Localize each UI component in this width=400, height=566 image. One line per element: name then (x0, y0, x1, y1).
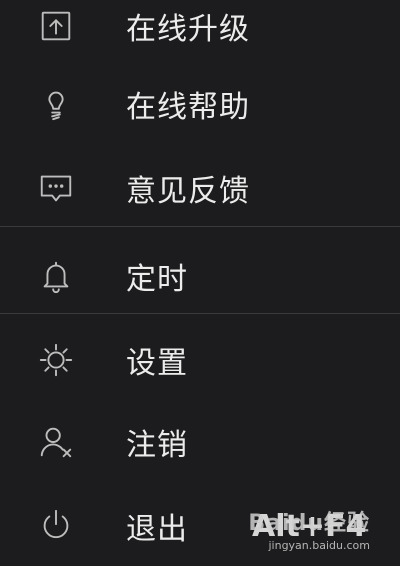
menu-item-label: 设置 (126, 346, 188, 381)
upgrade-icon (36, 6, 76, 46)
help-lightbulb-icon (36, 84, 76, 124)
menu-item-label: 退出 (126, 512, 188, 547)
user-logout-icon (36, 422, 76, 462)
menu-item-online-upgrade[interactable]: 在线升级 (0, 0, 400, 56)
power-icon (36, 506, 76, 546)
menu-item-label: 注销 (126, 428, 188, 463)
menu-item-feedback[interactable]: 意见反馈 (0, 158, 400, 218)
menu-item-timer[interactable]: 定时 (0, 246, 400, 306)
watermark-url: jingyan.baidu.com (268, 539, 370, 552)
menu-item-label: 在线帮助 (126, 90, 250, 125)
menu-divider (0, 313, 400, 314)
menu-item-settings[interactable]: 设置 (0, 330, 400, 390)
watermark-logo: Baidu经验 (248, 511, 370, 536)
menu-divider (0, 226, 400, 227)
menu-item-label: 在线升级 (126, 12, 250, 47)
feedback-chat-icon (36, 168, 76, 208)
menu-item-online-help[interactable]: 在线帮助 (0, 74, 400, 134)
baidu-watermark: Baidu经验 jingyan.baidu.com (248, 505, 370, 552)
main-menu: 在线升级 在线帮助 意见反馈 定时 设置 注销 退出 Alt+F4 Baidu经… (0, 0, 400, 566)
menu-item-label: 定时 (126, 262, 188, 297)
gear-icon (36, 340, 76, 380)
menu-item-logout[interactable]: 注销 (0, 412, 400, 472)
bell-icon (36, 256, 76, 296)
menu-item-label: 意见反馈 (126, 174, 250, 209)
